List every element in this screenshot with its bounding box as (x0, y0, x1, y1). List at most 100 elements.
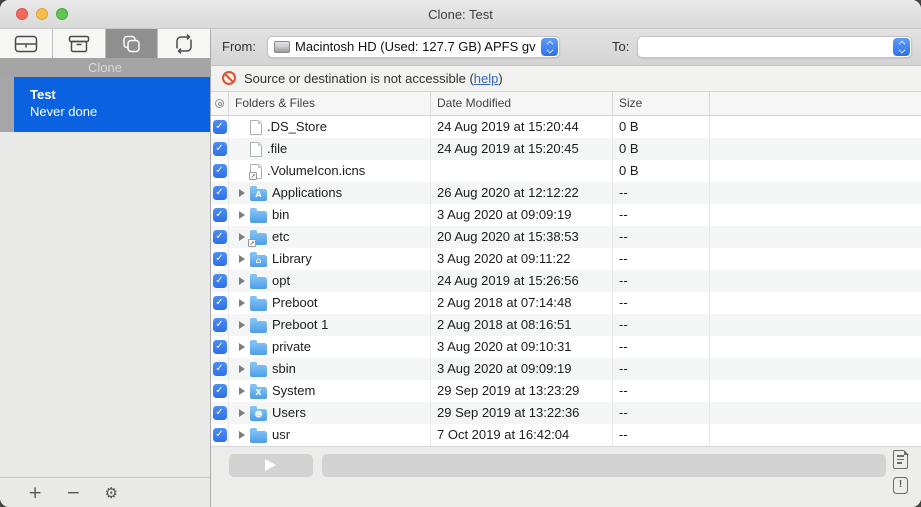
tab-restore[interactable] (158, 29, 210, 58)
row-checkbox[interactable]: ✓ (213, 340, 227, 354)
row-checkbox[interactable]: ✓ (213, 252, 227, 266)
table-row[interactable]: ✓Preboot 12 Aug 2018 at 08:16:51-- (211, 314, 921, 336)
disclosure-triangle-icon[interactable] (239, 299, 245, 307)
name-cell: ☻Users (229, 402, 431, 424)
sidebar-item-test[interactable]: Test Never done (14, 77, 210, 132)
table-row[interactable]: ✓Preboot2 Aug 2018 at 07:14:48-- (211, 292, 921, 314)
table-row[interactable]: ✓sbin3 Aug 2020 at 09:09:19-- (211, 358, 921, 380)
date-modified-cell: 3 Aug 2020 at 09:09:19 (431, 358, 613, 380)
checkbox-cell: ✓ (211, 248, 229, 270)
empty-cell (710, 380, 921, 402)
disclosure-triangle-icon[interactable] (239, 189, 245, 197)
sidebar: Clone Test Never done + − ⚙ (0, 29, 210, 507)
table-row[interactable]: ✓☻Users29 Sep 2019 at 13:22:36-- (211, 402, 921, 424)
table-row[interactable]: ✓.file24 Aug 2019 at 15:20:450 B (211, 138, 921, 160)
table-row[interactable]: ✓⌂Library3 Aug 2020 at 09:11:22-- (211, 248, 921, 270)
header-folders-files[interactable]: Folders & Files (229, 92, 431, 115)
row-checkbox[interactable]: ✓ (213, 164, 227, 178)
checkbox-cell: ✓ (211, 116, 229, 138)
row-checkbox[interactable]: ✓ (213, 362, 227, 376)
name-cell: sbin (229, 358, 431, 380)
titlebar[interactable]: Clone: Test (0, 0, 921, 29)
disclosure-triangle-icon[interactable] (239, 277, 245, 285)
name-cell: .DS_Store (229, 116, 431, 138)
disclosure-triangle-icon[interactable] (239, 233, 245, 241)
tab-archive[interactable] (53, 29, 106, 58)
folder-icon: ↗ (250, 233, 267, 245)
help-link[interactable]: help (474, 71, 499, 86)
alias-arrow-badge: ↗ (248, 239, 256, 247)
disclosure-triangle-icon[interactable] (239, 343, 245, 351)
empty-cell (710, 402, 921, 424)
table-row[interactable]: ✓↗.VolumeIcon.icns0 B (211, 160, 921, 182)
table-row[interactable]: ✓.DS_Store24 Aug 2019 at 15:20:440 B (211, 116, 921, 138)
item-name: Preboot (272, 292, 318, 314)
size-cell: -- (613, 336, 710, 358)
task-title: Test (30, 86, 210, 103)
size-cell: -- (613, 270, 710, 292)
source-popup[interactable]: Macintosh HD (Used: 127.7 GB) APFS gv (267, 36, 560, 58)
disclosure-triangle-icon[interactable] (239, 211, 245, 219)
remove-task-button[interactable]: − (66, 485, 80, 501)
row-checkbox[interactable]: ✓ (213, 406, 227, 420)
name-cell: Preboot (229, 292, 431, 314)
checkbox-cell: ✓ (211, 160, 229, 182)
name-cell: AApplications (229, 182, 431, 204)
size-cell: 0 B (613, 138, 710, 160)
name-cell: ⌂Library (229, 248, 431, 270)
tab-disk-image[interactable] (0, 29, 53, 58)
item-name: System (272, 380, 315, 402)
add-task-button[interactable]: + (28, 485, 42, 501)
log-document-icon[interactable] (893, 450, 908, 469)
disclosure-triangle-icon[interactable] (239, 365, 245, 373)
header-checkbox-column[interactable] (211, 92, 229, 115)
name-cell: bin (229, 204, 431, 226)
item-name: .VolumeIcon.icns (267, 160, 365, 182)
row-checkbox[interactable]: ✓ (213, 142, 227, 156)
row-checkbox[interactable]: ✓ (213, 428, 227, 442)
table-header: Folders & Files Date Modified Size (211, 92, 921, 116)
folder-icon (250, 211, 267, 223)
tab-clone[interactable] (106, 29, 159, 58)
table-row[interactable]: ✓XSystem29 Sep 2019 at 13:23:29-- (211, 380, 921, 402)
size-cell: 0 B (613, 160, 710, 182)
row-checkbox[interactable]: ✓ (213, 274, 227, 288)
date-modified-cell: 29 Sep 2019 at 13:22:36 (431, 402, 613, 424)
checkbox-cell: ✓ (211, 226, 229, 248)
row-checkbox[interactable]: ✓ (213, 318, 227, 332)
row-checkbox[interactable]: ✓ (213, 384, 227, 398)
disclosure-triangle-icon[interactable] (239, 387, 245, 395)
row-checkbox[interactable]: ✓ (213, 120, 227, 134)
disclosure-triangle-icon[interactable] (239, 255, 245, 263)
row-checkbox[interactable]: ✓ (213, 296, 227, 310)
table-row[interactable]: ✓private3 Aug 2020 at 09:10:31-- (211, 336, 921, 358)
empty-cell (710, 314, 921, 336)
table-row[interactable]: ✓opt24 Aug 2019 at 15:26:56-- (211, 270, 921, 292)
folder-icon (250, 365, 267, 377)
item-name: usr (272, 424, 290, 446)
table-row[interactable]: ✓usr7 Oct 2019 at 16:42:04-- (211, 424, 921, 446)
start-clone-button[interactable] (229, 454, 313, 477)
progress-bar (322, 454, 886, 477)
gear-icon[interactable]: ⚙ (105, 485, 118, 501)
sidebar-selection-gutter (0, 77, 14, 132)
table-row[interactable]: ✓bin3 Aug 2020 at 09:09:19-- (211, 204, 921, 226)
header-date-modified[interactable]: Date Modified (431, 92, 613, 115)
disclosure-triangle-icon[interactable] (239, 431, 245, 439)
row-checkbox[interactable]: ✓ (213, 208, 227, 222)
checkbox-cell: ✓ (211, 138, 229, 160)
row-checkbox[interactable]: ✓ (213, 186, 227, 200)
row-checkbox[interactable]: ✓ (213, 230, 227, 244)
size-cell: -- (613, 424, 710, 446)
alert-icon[interactable]: ! (893, 477, 908, 494)
destination-popup[interactable] (637, 36, 912, 58)
header-size[interactable]: Size (613, 92, 710, 115)
disclosure-triangle-icon[interactable] (239, 409, 245, 417)
item-name: Preboot 1 (272, 314, 328, 336)
disclosure-triangle-icon[interactable] (239, 321, 245, 329)
date-modified-cell: 24 Aug 2019 at 15:20:45 (431, 138, 613, 160)
date-modified-cell: 20 Aug 2020 at 15:38:53 (431, 226, 613, 248)
table-row[interactable]: ✓↗etc20 Aug 2020 at 15:38:53-- (211, 226, 921, 248)
table-row[interactable]: ✓AApplications26 Aug 2020 at 12:12:22-- (211, 182, 921, 204)
checkbox-cell: ✓ (211, 358, 229, 380)
